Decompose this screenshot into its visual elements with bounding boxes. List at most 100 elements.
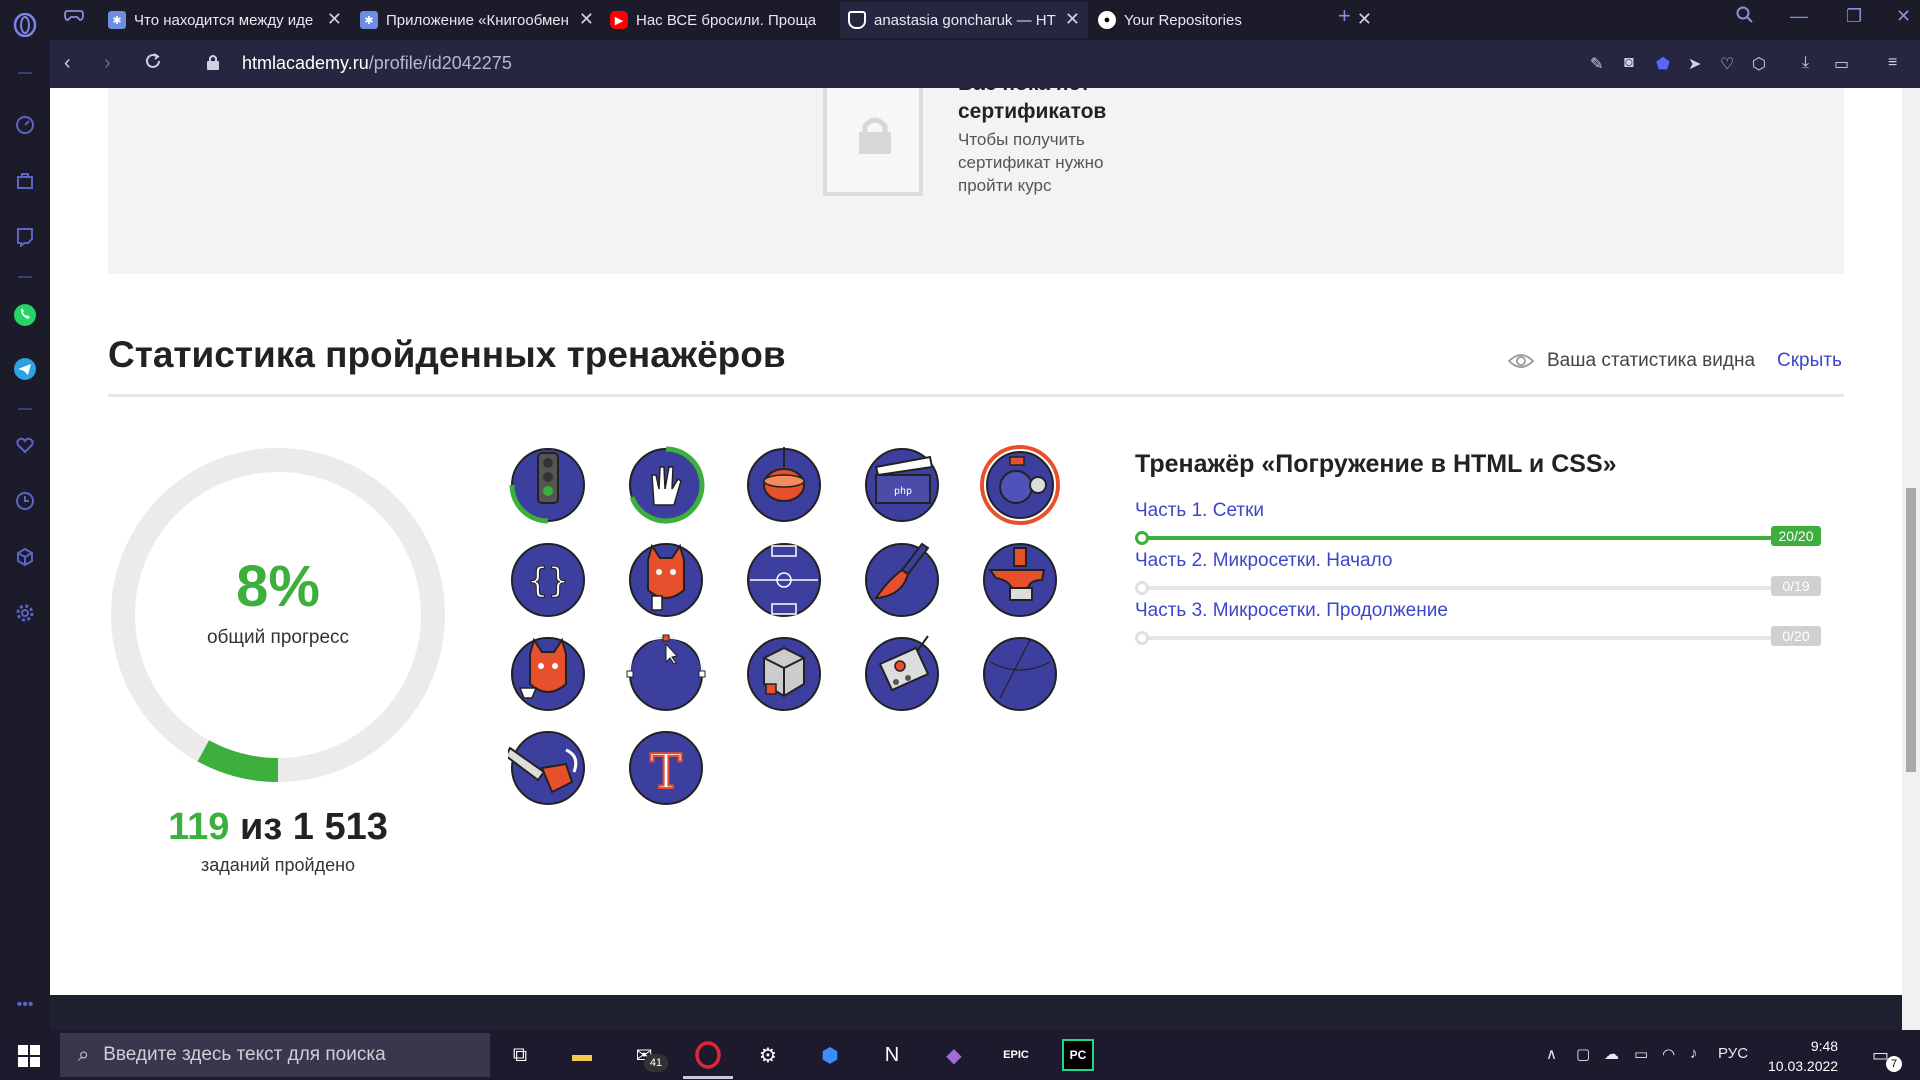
vpn-app-icon[interactable]: ⬢ [814, 1039, 846, 1071]
history-icon[interactable] [12, 488, 38, 514]
spinning-top-badge[interactable] [744, 445, 824, 525]
certificate-placeholder [823, 88, 923, 196]
part-1-progress: 20/20 [1771, 526, 1821, 546]
share-icon[interactable]: ✎ [1590, 54, 1603, 74]
mail-badge: 41 [644, 1054, 668, 1072]
volume-icon[interactable]: ♪ [1690, 1045, 1698, 1062]
tray-app-icon[interactable]: ▢ [1576, 1045, 1590, 1063]
onedrive-icon[interactable]: ☁ [1604, 1045, 1619, 1063]
extensions-cube-icon[interactable] [12, 544, 38, 570]
youtube-icon: ▶ [610, 11, 628, 29]
battery-icon[interactable]: ▭ [1634, 1045, 1648, 1063]
robot-head-badge[interactable] [862, 634, 942, 714]
part-3-link[interactable]: Часть 3. Микросетки. Продолжение [1135, 600, 1448, 622]
new-tab-plus-icon[interactable]: + [1338, 3, 1351, 29]
letter-t-badge[interactable]: T [626, 728, 706, 808]
speed-dial-icon[interactable] [12, 112, 38, 138]
page-scrollbar[interactable] [1902, 88, 1920, 1030]
close-window-icon[interactable]: ✕ [1896, 6, 1911, 27]
back-icon[interactable]: ‹ [64, 52, 71, 75]
visual-studio-icon[interactable]: ◆ [938, 1039, 970, 1071]
send-icon[interactable]: ➤ [1688, 54, 1701, 74]
file-explorer-icon[interactable]: ▬ [566, 1039, 598, 1071]
cat-with-glass-badge[interactable] [626, 540, 706, 620]
tab-2[interactable]: ✱ Приложение «Книгообмен ✕ [352, 2, 602, 38]
done-count: 119 [168, 806, 230, 848]
epic-games-icon[interactable]: EPIC [1000, 1039, 1032, 1071]
traffic-light-badge[interactable] [508, 445, 588, 525]
part-2-track [1135, 581, 1776, 595]
box-icon[interactable]: ⬡ [1752, 54, 1766, 74]
search-placeholder: Введите здесь текст для поиска [103, 1044, 386, 1065]
diving-helmet-badge[interactable] [980, 445, 1060, 525]
opera-sidebar: ••• [0, 0, 50, 1030]
close-icon[interactable]: ✕ [579, 10, 594, 28]
bezier-curve-badge[interactable] [626, 634, 706, 714]
svg-text:{}: {} [528, 561, 569, 601]
url-field[interactable]: htmlacademy.ru/profile/id2042275 [242, 53, 512, 74]
gamepad-icon[interactable] [64, 6, 84, 29]
chainsaw-badge[interactable] [508, 728, 588, 808]
wifi-icon[interactable]: ◠ [1662, 1045, 1675, 1063]
globe-badge[interactable] [980, 634, 1060, 714]
minimize-icon[interactable]: — [1790, 6, 1808, 27]
php-clapper-badge[interactable]: php [862, 445, 942, 525]
paint-brush-badge[interactable] [862, 540, 942, 620]
forward-icon[interactable]: › [104, 52, 111, 75]
htmlacademy-shield-icon [848, 11, 866, 29]
total-count: 1 513 [292, 806, 388, 848]
telegram-icon[interactable] [12, 356, 38, 382]
cat-with-cup-badge[interactable] [508, 634, 588, 714]
more-dots-icon[interactable]: ••• [12, 992, 38, 1018]
opera-logo-icon[interactable] [12, 12, 38, 38]
part-2-progress: 0/19 [1771, 576, 1821, 596]
whatsapp-icon[interactable] [12, 302, 38, 328]
clock[interactable]: 9:48 10.03.2022 [1768, 1036, 1838, 1076]
tab-4-active[interactable]: anastasia goncharuk — HT ✕ [840, 2, 1088, 38]
taskbar-search[interactable]: ⌕ Введите здесь текст для поиска [60, 1033, 490, 1077]
github-icon: ● [1098, 11, 1116, 29]
hand-badge[interactable] [626, 445, 706, 525]
tray-chevron-icon[interactable]: ∧ [1546, 1045, 1557, 1063]
twitch-icon[interactable] [12, 224, 38, 250]
part-2-link[interactable]: Часть 2. Микросетки. Начало [1135, 550, 1392, 572]
reload-icon[interactable] [144, 52, 162, 76]
svg-text:php: php [894, 486, 912, 497]
camera-icon[interactable]: ◙ [1624, 54, 1634, 72]
anvil-badge[interactable] [980, 540, 1060, 620]
heart-icon[interactable]: ♡ [1720, 54, 1734, 74]
task-view-icon[interactable]: ⧉ [504, 1039, 536, 1071]
menu-icon[interactable]: ≡ [1888, 54, 1897, 72]
football-field-badge[interactable] [744, 540, 824, 620]
battery-icon[interactable]: ▭ [1834, 54, 1849, 74]
restore-icon[interactable]: ❐ [1846, 6, 1862, 27]
curly-braces-badge[interactable]: {} [508, 540, 588, 620]
search-tabs-icon[interactable] [1736, 6, 1754, 29]
certificates-description: Чтобы получить сертификат нужно пройти к… [958, 130, 1104, 195]
tab-5[interactable]: ● Your Repositories ✕ [1090, 2, 1380, 38]
tab-1[interactable]: ✱ Что находится между иде ✕ [100, 2, 350, 38]
scroll-thumb[interactable] [1906, 488, 1916, 772]
bag-icon[interactable] [12, 168, 38, 194]
heart-icon[interactable] [12, 432, 38, 458]
close-icon[interactable]: ✕ [1065, 10, 1080, 28]
notion-icon[interactable]: N [876, 1039, 908, 1071]
close-icon[interactable]: ✕ [327, 10, 342, 28]
page-content: Вас пока нет сертификатов Чтобы получить… [50, 88, 1902, 1030]
opera-taskbar-icon[interactable] [692, 1039, 724, 1071]
vpn-shield-icon[interactable]: ⬟ [1656, 54, 1670, 74]
rubik-cube-badge[interactable] [744, 634, 824, 714]
pycharm-icon[interactable]: PC [1062, 1039, 1094, 1071]
language-indicator[interactable]: РУС [1718, 1045, 1748, 1062]
part-1-link[interactable]: Часть 1. Сетки [1135, 500, 1264, 522]
windows-start-icon[interactable] [18, 1045, 40, 1067]
part-1-track [1135, 531, 1776, 545]
settings-gear-icon[interactable] [12, 600, 38, 626]
close-icon[interactable]: ✕ [1357, 10, 1372, 28]
download-icon[interactable]: ⤓ [1802, 54, 1809, 72]
hide-stats-link[interactable]: Скрыть [1777, 350, 1842, 372]
certificates-title-line1: Вас пока нет [958, 88, 1158, 98]
eye-icon [1507, 354, 1535, 368]
tab-title: Приложение «Книгообмен [386, 11, 569, 29]
steam-icon[interactable]: ⚙ [752, 1039, 784, 1071]
